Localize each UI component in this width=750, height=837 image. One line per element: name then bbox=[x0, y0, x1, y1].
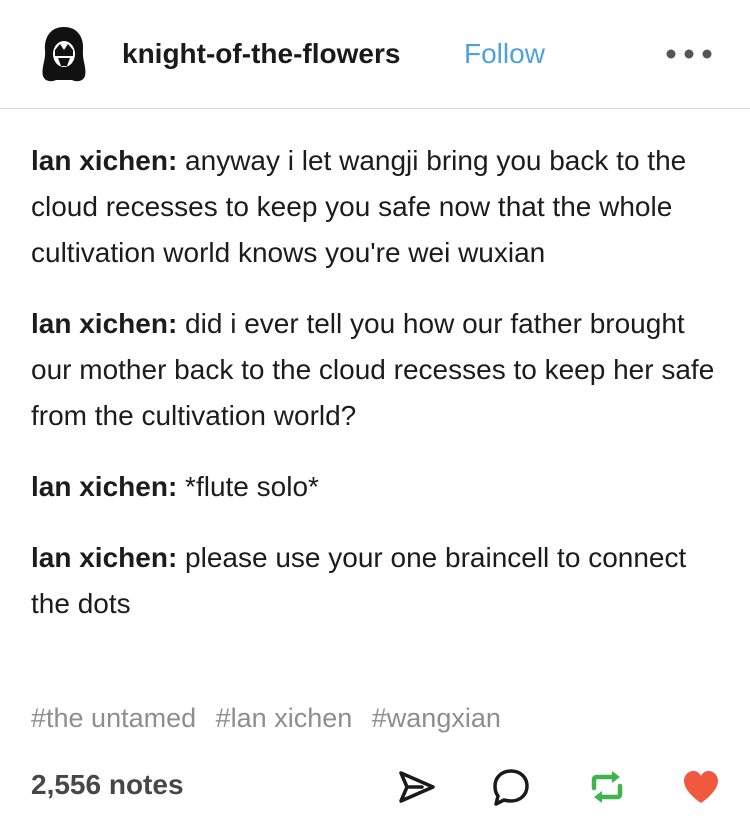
speaker-label: lan xichen: bbox=[31, 542, 178, 573]
tag-link[interactable]: #lan xichen bbox=[216, 703, 353, 733]
speaker-label: lan xichen: bbox=[31, 308, 178, 339]
dialogue-line: lan xichen: *flute solo* bbox=[31, 464, 721, 510]
heart-icon[interactable] bbox=[680, 766, 722, 808]
reblog-icon[interactable] bbox=[586, 766, 628, 808]
notes-count[interactable]: 2,556 notes bbox=[31, 764, 184, 806]
avatar-icon[interactable] bbox=[36, 24, 92, 84]
tag-link[interactable]: #the untamed bbox=[31, 703, 196, 733]
share-icon[interactable] bbox=[396, 766, 438, 808]
dialogue-line: lan xichen: please use your one braincel… bbox=[31, 535, 721, 627]
speaker-label: lan xichen: bbox=[31, 471, 178, 502]
dialogue-line: lan xichen: anyway i let wangji bring yo… bbox=[31, 138, 721, 276]
dialogue-line: lan xichen: did i ever tell you how our … bbox=[31, 301, 721, 439]
tag-link[interactable]: #wangxian bbox=[372, 703, 501, 733]
post-header: knight-of-the-flowers Follow bbox=[0, 0, 750, 109]
reply-icon[interactable] bbox=[490, 766, 532, 808]
post-body: lan xichen: anyway i let wangji bring yo… bbox=[31, 138, 721, 652]
dialogue-text: *flute solo* bbox=[177, 471, 319, 502]
tag-list: #the untamed #lan xichen #wangxian bbox=[31, 696, 513, 740]
speaker-label: lan xichen: bbox=[31, 145, 178, 176]
follow-button[interactable]: Follow bbox=[464, 36, 545, 72]
more-options-icon[interactable] bbox=[665, 45, 713, 63]
username-link[interactable]: knight-of-the-flowers bbox=[122, 36, 400, 72]
